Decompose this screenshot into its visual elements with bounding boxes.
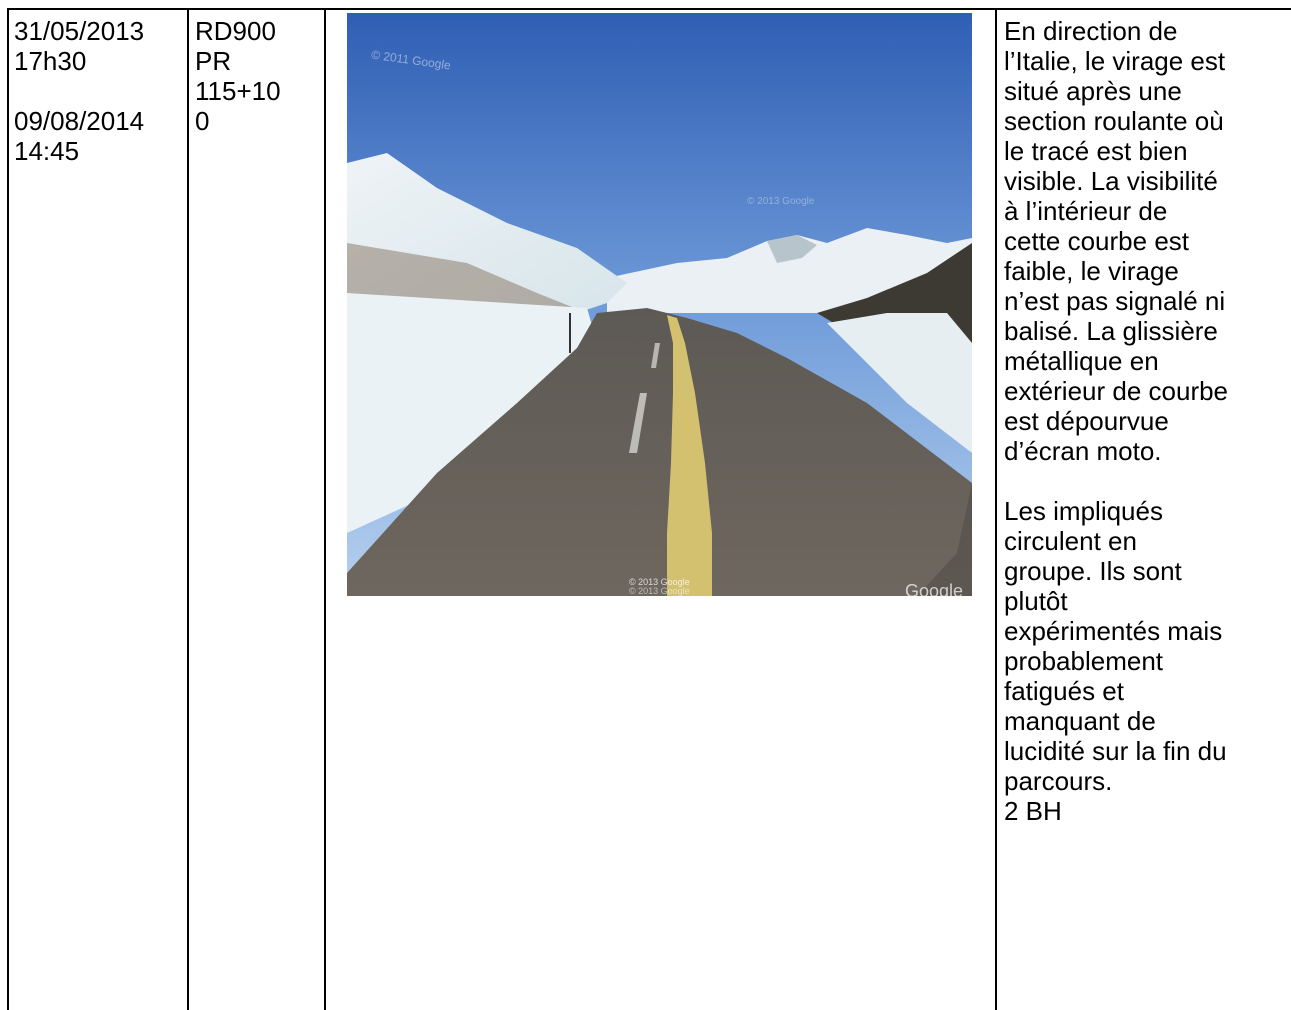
description-line: plutôt [1004, 586, 1068, 616]
description-line: fatigués et [1004, 676, 1124, 706]
description-line: le tracé est bien [1004, 136, 1188, 166]
description-line: manquant de [1004, 706, 1156, 736]
description-line: circulent en [1004, 526, 1137, 556]
description-line: En direction de [1004, 16, 1178, 46]
description-line: cette courbe est [1004, 226, 1189, 256]
pr-value-line-2: 0 [195, 106, 210, 136]
description-line: métallique en [1004, 346, 1159, 376]
description-line: l’Italie, le virage est [1004, 46, 1226, 76]
pr-value-line-1: 115+10 [195, 76, 281, 106]
description-line: lucidité sur la fin du [1004, 736, 1227, 766]
description-cell: En direction de l’Italie, le virage est si… [1004, 16, 1288, 826]
google-logo: Google [905, 581, 964, 596]
date-1: 31/05/2013 [14, 16, 145, 46]
time-2: 14:45 [14, 136, 80, 166]
table-col-border-4 [995, 8, 997, 1010]
description-line: à l’intérieur de [1004, 196, 1168, 226]
description-line: est dépourvue [1004, 406, 1169, 436]
description-line: visible. La visibilité [1004, 166, 1218, 196]
description-line: parcours. [1004, 766, 1113, 796]
pr-label: PR [195, 46, 232, 76]
description-line: balisé. La glissière [1004, 316, 1218, 346]
table-col-border-1 [7, 8, 9, 1010]
date-time-cell: 31/05/2013 17h30 09/08/2014 14:45 [14, 16, 184, 166]
description-line: expérimentés mais [1004, 616, 1223, 646]
description-line: probablement [1004, 646, 1163, 676]
location-cell: RD900 PR 115+10 0 [195, 16, 323, 136]
time-1: 17h30 [14, 46, 87, 76]
description-line: section roulante où [1004, 106, 1224, 136]
description-tail: 2 BH [1004, 796, 1062, 826]
road-name: RD900 [195, 16, 276, 46]
description-line: faible, le virage [1004, 256, 1179, 286]
description-line: n’est pas signalé ni [1004, 286, 1226, 316]
road-photo: © 2011 Google © 2013 Google © 2013 Googl… [347, 13, 972, 596]
watermark-mid: © 2013 Google [747, 196, 815, 207]
description-line: groupe. Ils sont [1004, 556, 1182, 586]
table-col-border-2 [187, 8, 189, 1010]
description-line: d’écran moto. [1004, 436, 1162, 466]
description-paragraph-1: En direction de l’Italie, le virage est si… [1004, 16, 1288, 466]
table-top-border [7, 8, 1291, 10]
description-line: Les impliqués [1004, 496, 1163, 526]
description-line: extérieur de courbe [1004, 376, 1229, 406]
road-photo-image [347, 13, 972, 596]
description-paragraph-2: Les impliqués circulent en groupe. Ils son… [1004, 496, 1288, 796]
table-col-border-3 [324, 8, 326, 1010]
watermark-bottom-2: © 2013 Google [629, 586, 690, 596]
date-2: 09/08/2014 [14, 106, 145, 136]
description-line: situé après une [1004, 76, 1182, 106]
document-page: 31/05/2013 17h30 09/08/2014 14:45 RD900 … [0, 0, 1291, 1010]
